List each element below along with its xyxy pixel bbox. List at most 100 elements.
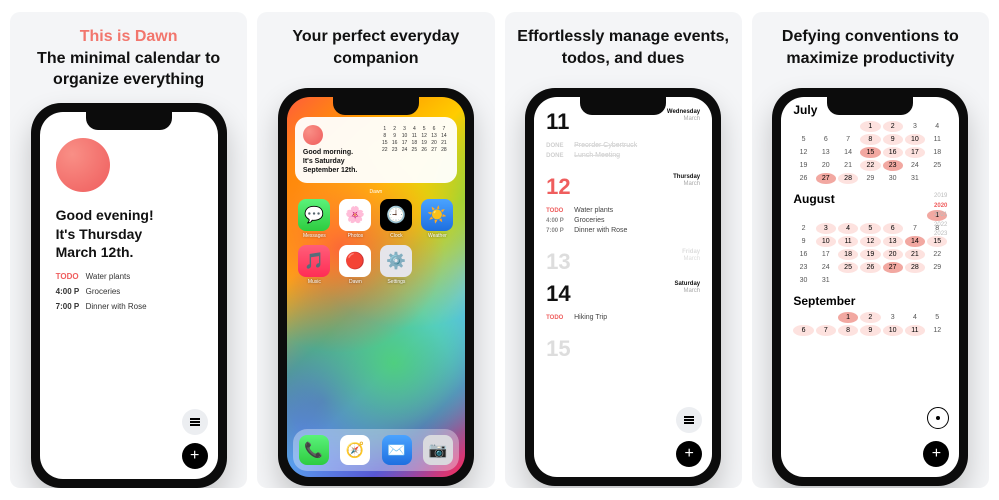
- cal-day[interactable]: 29: [927, 262, 947, 273]
- dock-mail-icon[interactable]: ✉️: [382, 435, 412, 465]
- year-option[interactable]: 2019: [934, 192, 947, 202]
- cal-day[interactable]: 3: [905, 121, 925, 132]
- cal-day[interactable]: 17: [905, 147, 925, 158]
- cal-day[interactable]: 24: [905, 160, 925, 171]
- cal-day[interactable]: 13: [816, 147, 836, 158]
- cal-day[interactable]: 28: [905, 262, 925, 273]
- day-item[interactable]: TODOWater plants: [546, 207, 700, 214]
- cal-day[interactable]: 6: [883, 223, 903, 234]
- cal-day[interactable]: 10: [905, 134, 925, 145]
- app-photos[interactable]: 🌸Photos: [338, 199, 373, 239]
- cal-day[interactable]: 11: [927, 134, 947, 145]
- month-block[interactable]: September123456789101112: [793, 294, 947, 336]
- app-weather[interactable]: ☀️Weather: [420, 199, 455, 239]
- cal-day[interactable]: 9: [860, 325, 880, 336]
- cal-day[interactable]: 21: [838, 160, 858, 171]
- day-item[interactable]: DONEPreorder Cybertruck: [546, 142, 700, 149]
- cal-day[interactable]: 8: [860, 134, 880, 145]
- cal-day[interactable]: 10: [883, 325, 903, 336]
- cal-day[interactable]: 22: [927, 249, 947, 260]
- cal-day[interactable]: 6: [816, 134, 836, 145]
- app-settings[interactable]: ⚙️Settings: [379, 245, 414, 285]
- add-button[interactable]: +: [676, 441, 702, 467]
- dawn-widget[interactable]: Good morning. It's Saturday September 12…: [295, 117, 457, 183]
- agenda-item[interactable]: 7:00 PDinner with Rose: [56, 302, 202, 311]
- cal-day[interactable]: 19: [793, 160, 813, 171]
- day-item[interactable]: DONELunch Meeting: [546, 152, 700, 159]
- day-header[interactable]: 12ThursdayMarch: [546, 174, 700, 200]
- cal-day[interactable]: 14: [905, 236, 925, 247]
- cal-day[interactable]: 15: [860, 147, 880, 158]
- cal-day[interactable]: 16: [793, 249, 813, 260]
- agenda-day-list[interactable]: 11WednesdayMarchDONEPreorder CybertruckD…: [534, 97, 712, 362]
- cal-day[interactable]: 27: [816, 173, 836, 184]
- day-item[interactable]: 7:00 PDinner with Rose: [546, 227, 700, 234]
- cal-day[interactable]: 7: [905, 223, 925, 234]
- day-item[interactable]: 4:00 PGroceries: [546, 217, 700, 224]
- cal-day[interactable]: 21: [905, 249, 925, 260]
- cal-day[interactable]: 7: [816, 325, 836, 336]
- cal-day[interactable]: 4: [905, 312, 925, 323]
- cal-day[interactable]: 2: [883, 121, 903, 132]
- add-button[interactable]: +: [182, 443, 208, 469]
- cal-day[interactable]: 20: [883, 249, 903, 260]
- cal-day[interactable]: 9: [793, 236, 813, 247]
- cal-day[interactable]: 17: [816, 249, 836, 260]
- cal-day[interactable]: 8: [838, 325, 858, 336]
- cal-day[interactable]: 9: [883, 134, 903, 145]
- cal-day[interactable]: 25: [838, 262, 858, 273]
- day-header[interactable]: 15: [546, 336, 700, 362]
- year-option[interactable]: 2020: [934, 202, 947, 212]
- cal-day[interactable]: 26: [860, 262, 880, 273]
- dock-phone-icon[interactable]: 📞: [299, 435, 329, 465]
- cal-day[interactable]: 19: [860, 249, 880, 260]
- agenda-item[interactable]: TODOWater plants: [56, 272, 202, 281]
- cal-day[interactable]: 24: [816, 262, 836, 273]
- app-messages[interactable]: 💬Messages: [297, 199, 332, 239]
- cal-day[interactable]: 12: [860, 236, 880, 247]
- dock-camera-icon[interactable]: 📷: [423, 435, 453, 465]
- menu-button[interactable]: [676, 407, 702, 433]
- cal-day[interactable]: 5: [927, 312, 947, 323]
- cal-day[interactable]: 25: [927, 160, 947, 171]
- year-option[interactable]: 2022: [934, 221, 947, 231]
- cal-day[interactable]: 20: [816, 160, 836, 171]
- cal-day[interactable]: 30: [883, 173, 903, 184]
- cal-day[interactable]: 4: [838, 223, 858, 234]
- cal-day[interactable]: 22: [860, 160, 880, 171]
- cal-day[interactable]: 10: [816, 236, 836, 247]
- cal-day[interactable]: 6: [793, 325, 813, 336]
- year-option[interactable]: 2021: [934, 211, 947, 221]
- cal-day[interactable]: 11: [905, 325, 925, 336]
- cal-day[interactable]: 7: [838, 134, 858, 145]
- month-block[interactable]: August2019202020212022202312345678910111…: [793, 192, 947, 286]
- cal-day[interactable]: 1: [838, 312, 858, 323]
- cal-day[interactable]: 3: [816, 223, 836, 234]
- cal-day[interactable]: 5: [860, 223, 880, 234]
- cal-day[interactable]: 5: [793, 134, 813, 145]
- cal-day[interactable]: 27: [883, 262, 903, 273]
- cal-day[interactable]: 31: [816, 275, 836, 286]
- cal-day[interactable]: 23: [883, 160, 903, 171]
- cal-day[interactable]: 31: [905, 173, 925, 184]
- app-music[interactable]: 🎵Music: [297, 245, 332, 285]
- cal-day[interactable]: 4: [927, 121, 947, 132]
- add-button[interactable]: +: [923, 441, 949, 467]
- dock-safari-icon[interactable]: 🧭: [340, 435, 370, 465]
- cal-day[interactable]: 12: [927, 325, 947, 336]
- cal-day[interactable]: 18: [838, 249, 858, 260]
- cal-day[interactable]: 14: [838, 147, 858, 158]
- cal-day[interactable]: 13: [883, 236, 903, 247]
- cal-day[interactable]: 26: [793, 173, 813, 184]
- cal-day[interactable]: 2: [860, 312, 880, 323]
- cal-day[interactable]: 11: [838, 236, 858, 247]
- cal-day[interactable]: 28: [838, 173, 858, 184]
- cal-day[interactable]: 3: [883, 312, 903, 323]
- cal-day[interactable]: 2: [793, 223, 813, 234]
- app-clock[interactable]: 🕘Clock: [379, 199, 414, 239]
- year-option[interactable]: 2023: [934, 230, 947, 240]
- agenda-item[interactable]: 4:00 PGroceries: [56, 287, 202, 296]
- cal-day[interactable]: 1: [860, 121, 880, 132]
- day-header[interactable]: 13FridayMarch: [546, 249, 700, 275]
- cal-day[interactable]: 23: [793, 262, 813, 273]
